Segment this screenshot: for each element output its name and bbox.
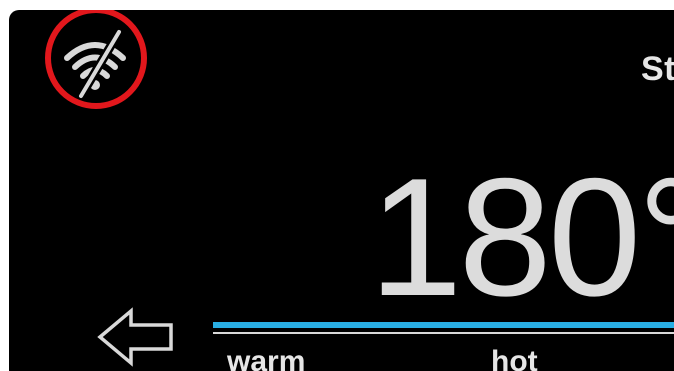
slider-active-track	[213, 322, 674, 328]
back-button[interactable]	[95, 306, 177, 368]
temperature-slider[interactable]	[213, 322, 674, 334]
status-label: St	[641, 50, 674, 88]
device-screen: St 180° warm hot	[9, 10, 674, 371]
level-hot-label[interactable]: hot	[491, 345, 538, 371]
slider-base-track	[213, 332, 674, 334]
temperature-display: 180°	[369, 143, 674, 331]
wifi-off-icon	[45, 10, 147, 109]
level-warm-label[interactable]: warm	[227, 345, 305, 371]
arrow-left-icon	[97, 307, 173, 367]
wifi-status-indicator[interactable]	[43, 10, 147, 112]
